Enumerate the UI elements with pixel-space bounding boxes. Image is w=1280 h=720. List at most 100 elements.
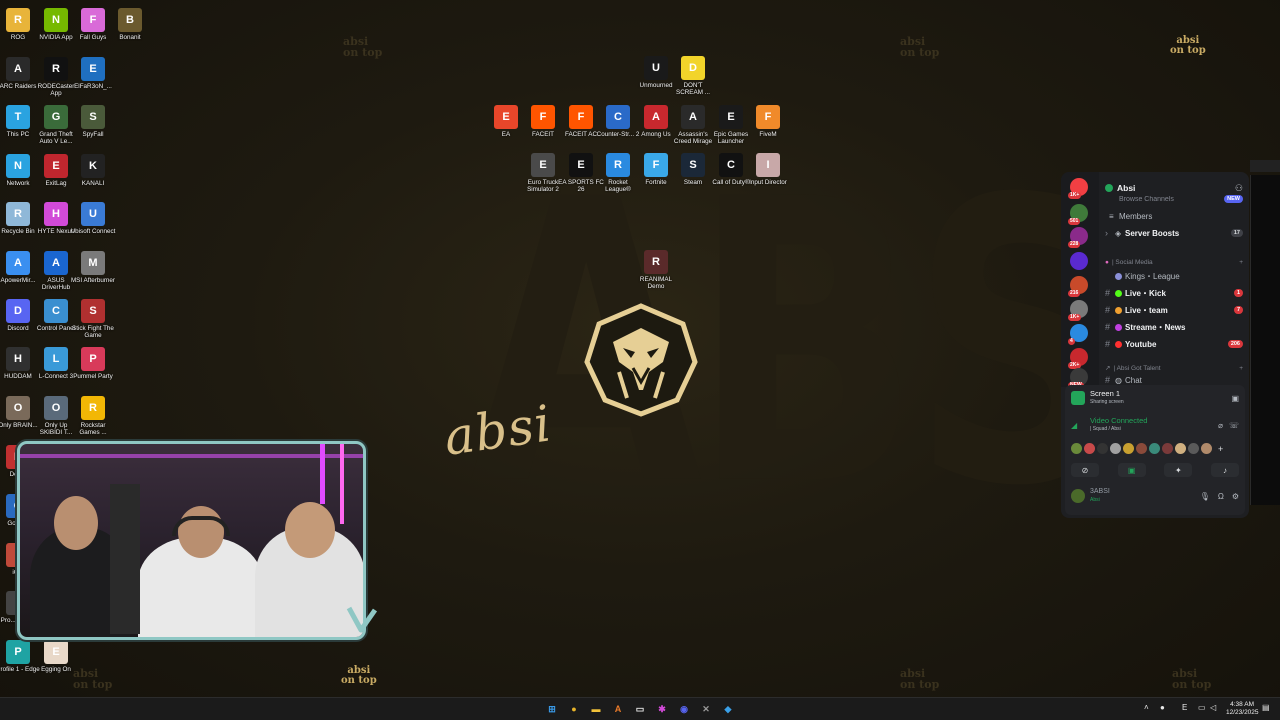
network-tray-icon[interactable]: ▭ (1198, 703, 1206, 712)
background-window-titlebar[interactable] (1250, 160, 1280, 172)
channel-item[interactable]: # Live・Kick 1 (1105, 286, 1243, 300)
desktop-shortcut[interactable]: K KANALI (70, 154, 116, 187)
voice-member-avatar[interactable] (1084, 443, 1095, 454)
desktop-shortcut[interactable]: S SpyFall (70, 105, 116, 138)
browse-channels[interactable]: Browse Channels NEW (1105, 194, 1243, 204)
shortcut-label: Ubisoft Connect (70, 228, 116, 235)
add-member-icon[interactable]: ⚇ (1235, 183, 1243, 194)
desktop-shortcut[interactable]: E Egging On (33, 640, 79, 673)
voice-status: Video Connected (1090, 416, 1148, 425)
desktop-shortcut[interactable]: F FiveM (745, 105, 791, 138)
desktop-shortcut[interactable]: R Rockstar Games ... (70, 396, 116, 437)
user-panel[interactable]: 3ABSI Absi 🎙︎ Ω ⚙ (1071, 488, 1239, 504)
voice-member-avatar[interactable] (1162, 443, 1173, 454)
invite-plus-icon[interactable]: + (1218, 444, 1223, 454)
app-window-icon[interactable]: ▭ (633, 702, 647, 716)
steam-icon: S (681, 153, 705, 177)
shortcut-label: Bonanit (119, 34, 141, 41)
streamer-left-head (54, 496, 98, 550)
voice-member-avatar[interactable] (1201, 443, 1212, 454)
channel-item[interactable]: # Live・team 7 (1105, 303, 1243, 317)
voice-member-avatar[interactable] (1123, 443, 1134, 454)
boost-icon: ◈ (1115, 228, 1122, 238)
game-icon: O (44, 396, 68, 420)
desktop-shortcut[interactable]: B Bonanit (107, 8, 153, 41)
fall-guys-icon: F (81, 8, 105, 32)
hyte-icon[interactable]: ✱ (655, 702, 669, 716)
voice-member-avatar[interactable] (1110, 443, 1121, 454)
channel-item[interactable]: # Youtube 206 (1105, 337, 1243, 351)
screen-share-row[interactable]: Screen 1 Sharing screen ▣ (1071, 390, 1239, 406)
voice-member-avatar[interactable] (1188, 443, 1199, 454)
online-dot-icon (1105, 184, 1113, 192)
gta-icon: G (44, 105, 68, 129)
add-channel-icon[interactable]: + (1239, 365, 1243, 372)
server-boosts-row[interactable]: › ◈ Server Boosts 17 (1105, 226, 1243, 240)
activities-button[interactable]: ✦ (1164, 463, 1193, 477)
screen-share-button[interactable]: ▣ (1117, 463, 1146, 477)
soundboard-button[interactable]: ♪ (1210, 463, 1239, 477)
control-panel-icon: C (44, 299, 68, 323)
category-social-media[interactable]: ● | Social Media + (1105, 256, 1243, 268)
background-window[interactable] (1250, 175, 1280, 505)
channel-emoji-icon (1115, 289, 1122, 297)
disconnect-icon[interactable]: ☏ (1229, 421, 1239, 430)
add-channel-icon[interactable]: + (1239, 259, 1243, 266)
desktop-shortcut[interactable]: E ElFaR3oN_... (70, 57, 116, 90)
steam-taskbar-icon[interactable]: ◆ (721, 702, 735, 716)
rocket-league-icon: R (606, 153, 630, 177)
voice-member-avatar[interactable] (1097, 443, 1108, 454)
streamer-right-head (285, 502, 335, 558)
channel-item[interactable]: # Streame・News (1105, 320, 1243, 334)
file-explorer-icon[interactable]: ▬ (589, 702, 603, 716)
headphones-icon[interactable]: Ω (1218, 492, 1224, 501)
voice-member-avatar[interactable] (1136, 443, 1147, 454)
channel-emoji-icon (1115, 272, 1122, 280)
voice-member-avatar[interactable] (1175, 443, 1186, 454)
camera-off-button[interactable]: ⊘ (1071, 463, 1099, 477)
desktop-shortcut[interactable]: M MSI Afterburner (70, 251, 116, 284)
discord-taskbar-icon[interactable]: ◉ (677, 702, 691, 716)
brand-mark-top-right: absi on top (1170, 35, 1206, 56)
volume-icon[interactable]: ◁ (1210, 703, 1216, 712)
desktop-shortcut[interactable]: R REANIMAL Demo (633, 250, 679, 291)
voice-member-avatar[interactable] (1149, 443, 1160, 454)
desktop-shortcut[interactable]: U Ubisoft Connect (70, 202, 116, 235)
xbox-icon[interactable]: ✕ (699, 702, 713, 716)
desktop-shortcut[interactable]: I Input Director (745, 153, 791, 186)
app-a-icon[interactable]: A (611, 702, 625, 716)
channel-item[interactable]: Kings・League (1105, 269, 1243, 283)
members-row[interactable]: ≡ Members (1105, 209, 1243, 223)
microphone-icon[interactable]: 🎙︎ (1200, 492, 1210, 501)
signal-icon: ◢ (1071, 420, 1078, 430)
system-clock[interactable]: 4:38 AM 12/23/2025 (1226, 701, 1259, 717)
discord-channel-list: Absi ⚇ Browse Channels NEW ≡ Members › ◈… (1099, 172, 1249, 387)
shortcut-label: Input Director (749, 179, 787, 186)
pummel-party-icon: P (81, 347, 105, 371)
fortnite-icon: F (644, 153, 668, 177)
clock-date: 12/23/2025 (1226, 709, 1259, 716)
language-indicator[interactable]: E (1182, 703, 1187, 712)
popout-icon[interactable]: ▣ (1231, 394, 1239, 403)
desktop-shortcut[interactable]: P Pummel Party (70, 347, 116, 380)
wallpaper-mark: absi on top (1172, 667, 1212, 691)
voice-member-avatar[interactable] (1071, 443, 1082, 454)
chrome-icon[interactable]: ● (567, 702, 581, 716)
noise-suppression-icon[interactable]: ⌀ (1218, 421, 1223, 430)
category-absi-got-talent[interactable]: ↗ | Absi Got Talent + (1105, 362, 1243, 374)
webcam-overlay (17, 441, 366, 640)
shortcut-label: DON'T SCREAM ... (676, 82, 710, 97)
category-icon: ↗ (1105, 365, 1111, 372)
wallpaper-mark: absi on top (900, 667, 940, 691)
settings-gear-icon[interactable]: ⚙ (1232, 492, 1239, 501)
windows-start-icon[interactable]: ⊞ (545, 702, 559, 716)
spyfall-icon: S (81, 105, 105, 129)
chevron-up-icon[interactable]: ˄ (1144, 703, 1149, 712)
desktop-shortcut[interactable]: D DON'T SCREAM ... (670, 56, 716, 97)
wallpaper-mark: absi on top (900, 35, 940, 59)
microphone-tray-icon[interactable]: ● (1160, 703, 1165, 712)
server-icon[interactable] (1070, 252, 1088, 270)
discord-overlay[interactable]: 1K+5012282161K+42K+NEW Absi ⚇ Browse Cha… (1061, 172, 1249, 518)
notifications-icon[interactable]: ▤ (1262, 703, 1270, 712)
desktop-shortcut[interactable]: S Stick Fight The Game (70, 299, 116, 340)
